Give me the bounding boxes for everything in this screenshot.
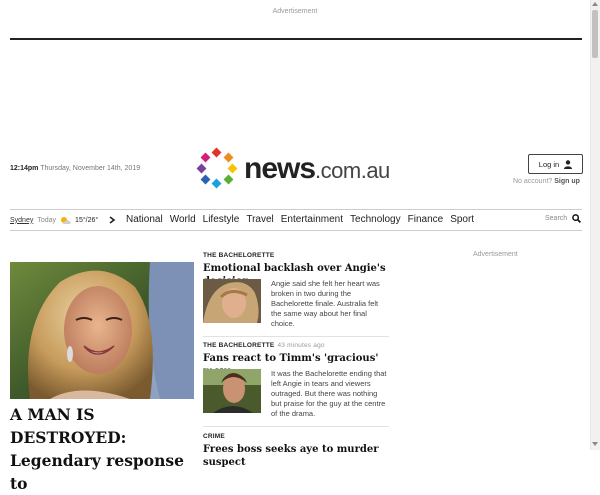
story-category[interactable]: CRIME — [203, 433, 225, 440]
top-divider — [10, 38, 582, 40]
user-icon — [564, 159, 573, 169]
story-summary: It was the Bachelorette ending that left… — [271, 369, 387, 418]
nav-item-national[interactable]: National — [126, 212, 163, 227]
weather-city[interactable]: Sydney — [10, 217, 33, 224]
nav-item-lifestyle[interactable]: Lifestyle — [203, 212, 240, 227]
scrollbar[interactable] — [590, 0, 600, 450]
scroll-down-arrow-icon[interactable] — [592, 442, 598, 446]
logo-wordmark: news.com.au — [244, 152, 390, 186]
story-kicker[interactable]: THE BACHELORETTE — [203, 252, 274, 259]
nav-top-divider — [10, 209, 582, 210]
search-label: Search — [545, 215, 568, 222]
search-icon[interactable] — [572, 214, 582, 223]
weather-temps: 15°/26° — [75, 216, 99, 224]
signup-prompt: No account? Sign up — [513, 178, 580, 185]
logo-dots-icon — [196, 147, 238, 189]
signup-link[interactable]: Sign up — [554, 178, 580, 185]
story-thumbnail[interactable] — [203, 279, 261, 323]
story-timestamp: 43 minutes ago — [277, 342, 325, 349]
partly-sunny-icon — [61, 216, 71, 224]
story-headline[interactable]: Frees boss seeks aye to murder suspect — [203, 443, 391, 469]
scroll-up-arrow-icon[interactable] — [592, 2, 598, 6]
date-time: 12:14pm Thursday, November 14th, 2019 — [10, 165, 140, 172]
chevron-right-icon[interactable] — [108, 216, 116, 224]
story-category[interactable]: THE BACHELORETTE — [203, 252, 274, 259]
advertisement-label: Advertisement — [272, 8, 318, 15]
search-control[interactable]: Search — [545, 214, 582, 223]
story-category[interactable]: THE BACHELORETTE — [203, 342, 274, 349]
story-kicker[interactable]: CRIME — [203, 433, 225, 440]
nav-item-travel[interactable]: Travel — [246, 212, 273, 227]
nav-item-world[interactable]: World — [170, 212, 196, 227]
login-label: Log in — [538, 159, 560, 169]
advertisement-label: Advertisement — [473, 251, 518, 258]
weather-day: Today — [37, 216, 57, 224]
story-kicker[interactable]: THE BACHELORETTE 43 minutes ago — [203, 342, 325, 349]
story-thumbnail[interactable] — [203, 369, 261, 413]
main-nav: National World Lifestyle Travel Entertai… — [126, 212, 481, 227]
logo-domain-text: .com.au — [315, 158, 390, 183]
story-summary: Angie said she felt her heart was broken… — [271, 279, 380, 328]
hero-headline[interactable]: A MAN IS DESTROYED: Legendary response t… — [10, 403, 194, 495]
current-time: 12:14pm — [10, 165, 39, 172]
weather-widget[interactable]: Sydney Today 15°/26° — [10, 213, 116, 227]
current-date: Thursday, November 14th, 2019 — [40, 165, 141, 172]
story-divider — [203, 426, 389, 427]
logo-main-text: news — [244, 152, 316, 185]
hero-image[interactable] — [10, 262, 194, 399]
login-button[interactable]: Log in — [528, 154, 583, 174]
nav-item-entertainment[interactable]: Entertainment — [281, 212, 343, 227]
site-logo[interactable]: news.com.au — [196, 147, 396, 191]
no-account-text: No account? — [513, 178, 553, 185]
nav-item-technology[interactable]: Technology — [350, 212, 401, 227]
nav-bottom-divider — [10, 230, 582, 231]
scrollbar-thumb[interactable] — [592, 10, 598, 58]
nav-item-sport[interactable]: Sport — [450, 212, 474, 227]
nav-item-finance[interactable]: Finance — [408, 212, 444, 227]
story-divider — [203, 336, 389, 337]
